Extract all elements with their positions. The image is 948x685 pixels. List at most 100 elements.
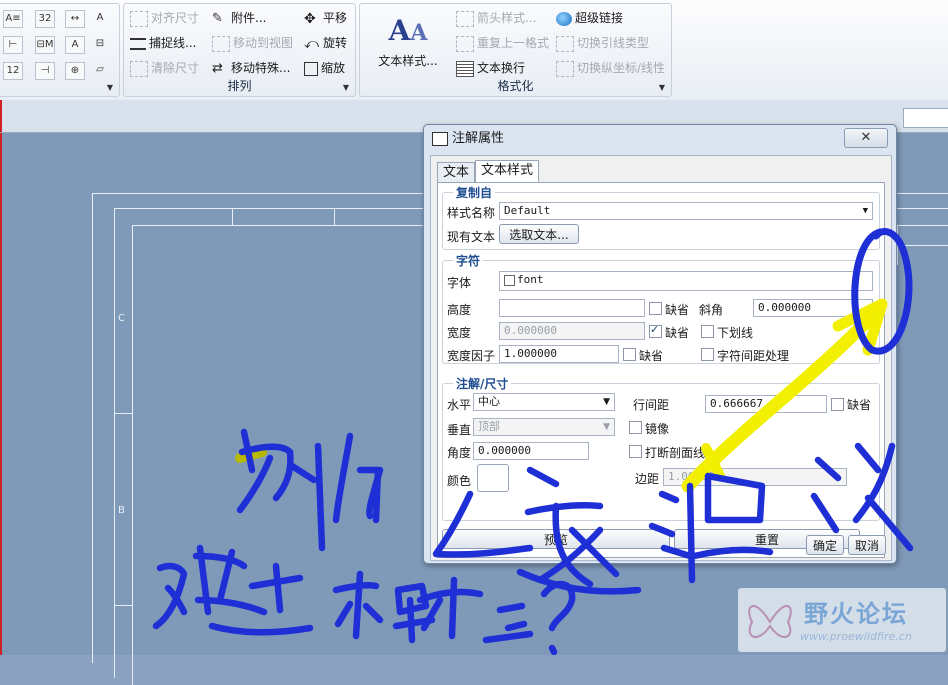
chevron-down-icon: ▼ — [603, 397, 610, 407]
scale-icon — [304, 61, 318, 76]
watermark-title: 野火论坛 — [804, 600, 908, 628]
clear-dimension-button[interactable]: 清除尺寸 — [130, 58, 199, 78]
annotate-tool-icon[interactable]: ⊟M — [35, 36, 55, 54]
annotate-tool-icon[interactable]: ▱ — [91, 62, 109, 78]
width-default-checkbox[interactable] — [649, 323, 662, 338]
mirror-label: 镜像 — [645, 422, 670, 436]
move-button[interactable]: ✥ 平移 — [304, 8, 347, 28]
move-icon: ✥ — [304, 10, 316, 27]
text-wrap-button[interactable]: 文本换行 — [456, 58, 525, 78]
zone-marker-c: C — [118, 313, 125, 324]
select-text-button[interactable]: 选取文本... — [499, 224, 579, 244]
style-name-label: 样式名称 — [447, 206, 496, 220]
move-special-button[interactable]: ⇄ 移动特殊... — [212, 58, 290, 78]
tab-text-style[interactable]: 文本样式 — [475, 160, 540, 184]
annotate-tool-icon[interactable]: A — [91, 10, 109, 26]
group-launcher-icon[interactable]: ▼ — [107, 83, 113, 92]
frame-line — [232, 208, 233, 225]
note-dim-group: 注解/尺寸 水平 中心 ▼ 行间距 0.666667 缺省 垂直 顶部 ▼ 镜像 角… — [442, 375, 880, 521]
horizontal-select[interactable]: 中心 ▼ — [473, 393, 615, 411]
cancel-button[interactable]: 取消 — [848, 535, 886, 555]
annotate-tool-icon[interactable]: ⊟ — [91, 36, 109, 52]
kerning-checkbox[interactable] — [701, 348, 714, 361]
slant-label: 斜角 — [699, 303, 724, 317]
frame-line — [114, 208, 115, 678]
group-launcher-icon[interactable]: ▼ — [343, 83, 349, 92]
slant-input[interactable]: 0.000000 — [753, 299, 873, 317]
ok-button[interactable]: 确定 — [806, 535, 844, 555]
annotate-tool-icon[interactable]: 32 — [35, 10, 55, 28]
annotate-tool-icon[interactable]: ⊣ — [35, 62, 55, 80]
annotate-tool-icon[interactable]: 12 — [3, 62, 23, 80]
watermark-url: www.proewildfire.cn — [800, 630, 912, 643]
kerning-label: 字符间距处理 — [717, 349, 790, 363]
text-style-icon: AA — [388, 14, 428, 47]
annotate-tool-icon[interactable]: ↔ — [65, 10, 85, 28]
width-input[interactable]: 0.000000 — [499, 322, 645, 340]
move-special-icon: ⇄ — [212, 60, 223, 76]
annotate-tool-icon[interactable]: A≡ — [3, 10, 23, 28]
margin-input[interactable]: 1.000000 — [663, 468, 847, 486]
dialog-app-icon — [432, 132, 448, 146]
dialog-body: 文本 文本样式 复制自 样式名称 Default ▼ 现有文本 选取文本... 字… — [430, 155, 892, 561]
frame-line — [334, 208, 335, 225]
dialog-titlebar[interactable]: 注解属性 ✕ — [424, 125, 896, 153]
color-label: 颜色 — [447, 474, 472, 488]
arrow-style-icon — [456, 10, 474, 27]
dialog-title: 注解属性 — [452, 131, 505, 146]
scale-button[interactable]: 缩放 — [304, 58, 345, 78]
annotate-tool-icon[interactable]: ⊕ — [65, 62, 85, 80]
height-input[interactable] — [499, 299, 645, 317]
text-wrap-icon — [456, 60, 474, 77]
color-swatch-button[interactable] — [477, 464, 509, 492]
vertical-label: 垂直 — [447, 423, 472, 437]
text-style-big-button[interactable]: AA 文本样式... — [378, 16, 438, 69]
ribbon-group-annotate: A≡ 32 ↔ ⊢ ⊟M A 12 ⊣ ⊕ A ⊟ ▱ ▼ — [0, 3, 120, 97]
butterfly-logo-icon — [748, 605, 792, 638]
repeat-last-format-button[interactable]: 重复上一格式 — [456, 33, 549, 53]
style-name-select[interactable]: Default ▼ — [499, 202, 873, 220]
angle-label: 角度 — [447, 446, 472, 460]
close-button[interactable]: ✕ — [844, 128, 888, 148]
angle-input[interactable]: 0.000000 — [473, 442, 589, 460]
toggle-ordinate-linear-button[interactable]: 切换纵坐标/线性 — [556, 58, 665, 78]
move-to-view-button[interactable]: 移动到视图 — [212, 33, 293, 53]
width-default-label: 缺省 — [665, 326, 690, 340]
break-hatch-checkbox[interactable] — [629, 445, 642, 458]
snap-line-icon — [130, 37, 146, 50]
frame-line — [92, 193, 93, 663]
rotate-icon: ⤺ — [304, 35, 319, 52]
tab-text[interactable]: 文本 — [437, 162, 476, 183]
height-default-label: 缺省 — [665, 303, 690, 317]
align-icon — [130, 10, 148, 27]
annotate-tool-icon[interactable]: ⊢ — [3, 36, 23, 54]
attach-button[interactable]: ✎ 附件... — [212, 8, 266, 28]
close-icon: ✕ — [860, 130, 872, 145]
search-box[interactable] — [903, 108, 948, 128]
height-default-checkbox[interactable] — [649, 302, 662, 315]
ordinate-icon — [556, 60, 574, 77]
toggle-leader-type-button[interactable]: 切换引线类型 — [556, 33, 649, 53]
break-hatch-label: 打断剖面线 — [645, 446, 706, 460]
font-select[interactable]: font — [499, 271, 873, 291]
annotate-tool-icon[interactable]: A — [65, 36, 85, 54]
width-factor-input[interactable]: 1.000000 — [499, 345, 619, 363]
preview-button[interactable]: 预览 — [442, 529, 670, 549]
group-label-arrange: 排列 — [227, 79, 252, 93]
mirror-checkbox[interactable] — [629, 421, 642, 434]
line-spacing-default-checkbox[interactable] — [831, 398, 844, 411]
align-dimension-button[interactable]: 对齐尺寸 — [130, 8, 199, 28]
width-factor-default-checkbox[interactable] — [623, 348, 636, 361]
globe-icon — [556, 11, 572, 26]
underline-checkbox[interactable] — [701, 325, 714, 338]
vertical-select[interactable]: 顶部 ▼ — [473, 418, 615, 436]
arrow-style-button[interactable]: 箭头样式... — [456, 8, 536, 28]
ribbon: A≡ 32 ↔ ⊢ ⊟M A 12 ⊣ ⊕ A ⊟ ▱ ▼ 对齐尺寸 ✎ 附件... ✥ 平移 捕捉线..… — [0, 0, 948, 101]
line-spacing-input[interactable]: 0.666667 — [705, 395, 827, 413]
chevron-down-icon: ▼ — [603, 422, 610, 432]
rotate-button[interactable]: ⤺ 旋转 — [304, 33, 347, 53]
group-launcher-icon[interactable]: ▼ — [659, 83, 665, 92]
clear-dim-icon — [130, 60, 148, 77]
snap-line-button[interactable]: 捕捉线... — [130, 33, 196, 53]
hyperlink-button[interactable]: 超级链接 — [556, 8, 623, 28]
